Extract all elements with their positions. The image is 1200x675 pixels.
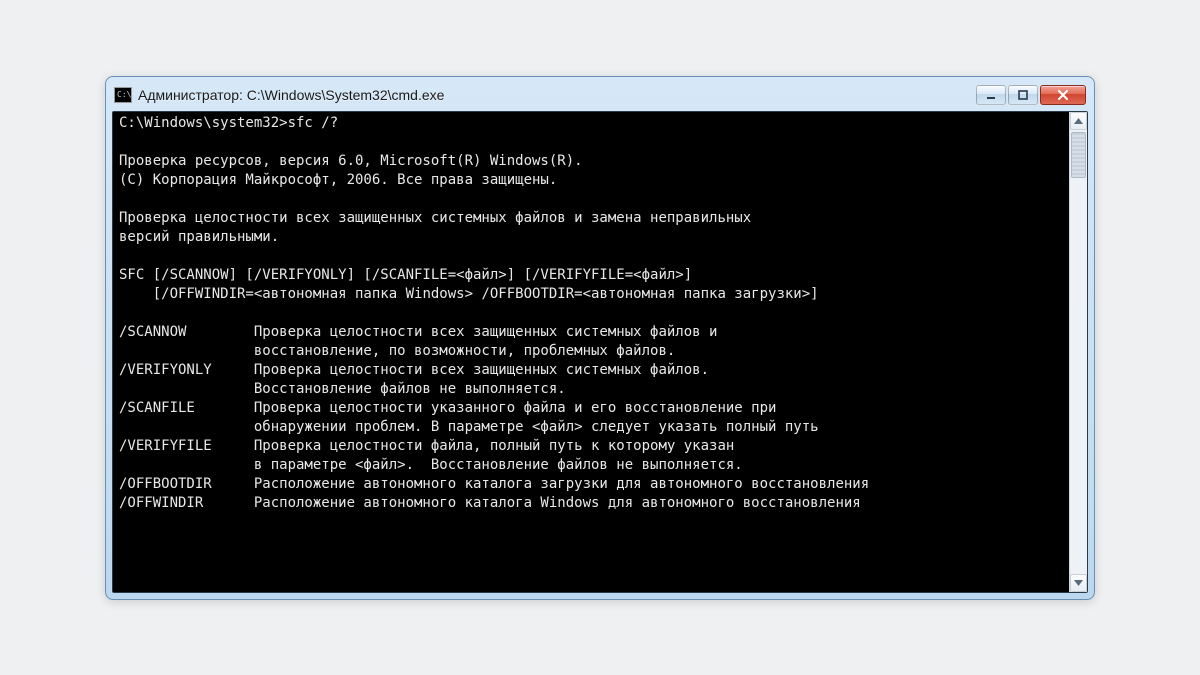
console-output[interactable]: C:\Windows\system32>sfc /? Проверка ресу… (113, 112, 1069, 592)
chevron-down-icon (1074, 580, 1083, 586)
scroll-up-button[interactable] (1070, 112, 1087, 130)
cmd-icon-text: C:\ (117, 91, 131, 99)
client-area: C:\Windows\system32>sfc /? Проверка ресу… (112, 111, 1088, 593)
close-button[interactable] (1040, 85, 1086, 105)
chevron-up-icon (1074, 118, 1083, 124)
maximize-button[interactable] (1008, 85, 1038, 105)
window-title: Администратор: C:\Windows\System32\cmd.e… (138, 87, 976, 103)
vertical-scrollbar[interactable] (1069, 112, 1087, 592)
minimize-icon (986, 90, 996, 100)
maximize-icon (1018, 90, 1028, 100)
scroll-thumb[interactable] (1071, 132, 1086, 178)
titlebar[interactable]: C:\ Администратор: C:\Windows\System32\c… (112, 83, 1088, 111)
command-prompt-window: C:\ Администратор: C:\Windows\System32\c… (105, 76, 1095, 600)
scroll-down-button[interactable] (1070, 574, 1087, 592)
minimize-button[interactable] (976, 85, 1006, 105)
scroll-track[interactable] (1070, 130, 1087, 574)
cmd-icon: C:\ (114, 87, 132, 103)
close-icon (1057, 90, 1069, 100)
window-controls (976, 85, 1086, 105)
